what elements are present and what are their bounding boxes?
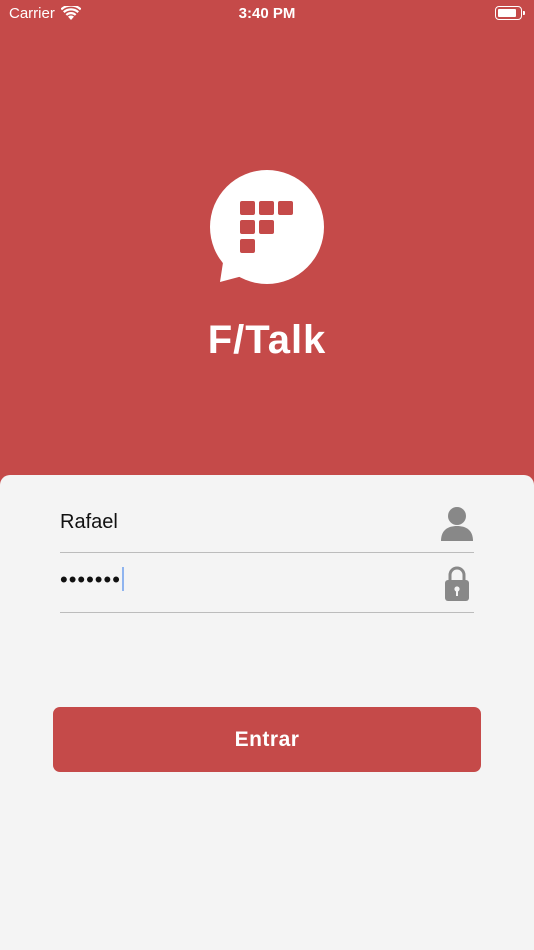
lock-icon [445, 566, 469, 601]
status-time: 3:40 PM [238, 5, 296, 22]
status-bar: Carrier 3:40 PM [0, 0, 534, 30]
app-name: F/Talk [207, 318, 327, 362]
login-button[interactable]: Entrar [53, 707, 481, 772]
user-icon [441, 507, 473, 541]
status-right [495, 6, 525, 20]
password-field[interactable]: ••••••• [60, 553, 474, 613]
battery-level [498, 9, 516, 17]
text-caret [121, 567, 124, 592]
app-logo [210, 170, 324, 284]
username-value: Rafael [60, 511, 118, 533]
battery-icon [495, 6, 525, 20]
password-value: ••••••• [60, 567, 124, 593]
username-field[interactable]: Rafael [60, 493, 474, 553]
